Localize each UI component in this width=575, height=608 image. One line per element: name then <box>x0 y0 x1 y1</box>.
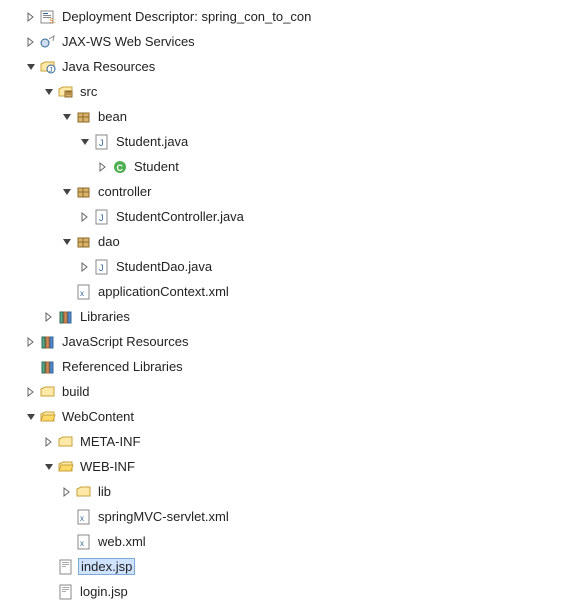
jsp-file-icon <box>58 584 74 600</box>
web-services-icon <box>40 34 56 50</box>
tree-node-web-xml[interactable]: x web.xml <box>0 529 575 554</box>
expand-arrow-icon[interactable] <box>40 308 58 326</box>
tree-node-javascript-resources[interactable]: JavaScript Resources <box>0 329 575 354</box>
package-icon <box>76 184 92 200</box>
xml-file-icon: x <box>76 509 92 525</box>
tree-node-libraries[interactable]: Libraries <box>0 304 575 329</box>
svg-text:J: J <box>99 138 104 148</box>
svg-text:C: C <box>117 163 124 173</box>
node-label: Referenced Libraries <box>60 358 185 375</box>
java-file-icon: J <box>94 209 110 225</box>
node-label: index.jsp <box>78 558 135 575</box>
node-label: login.jsp <box>78 583 130 600</box>
svg-text:J: J <box>99 213 104 223</box>
node-label: Libraries <box>78 308 132 325</box>
tree-node-index-jsp[interactable]: index.jsp <box>0 554 575 579</box>
tree-node-student-controller-java[interactable]: J StudentController.java <box>0 204 575 229</box>
svg-text:J: J <box>99 263 104 273</box>
tree-node-bean[interactable]: bean <box>0 104 575 129</box>
expand-arrow-icon[interactable] <box>40 433 58 451</box>
tree-node-meta-inf[interactable]: META-INF <box>0 429 575 454</box>
collapse-arrow-icon[interactable] <box>22 58 40 76</box>
collapse-arrow-icon[interactable] <box>76 133 94 151</box>
expand-arrow-icon[interactable] <box>76 258 94 276</box>
tree-node-jaxws[interactable]: JAX-WS Web Services <box>0 29 575 54</box>
expand-arrow-icon[interactable] <box>58 483 76 501</box>
expand-arrow-icon[interactable] <box>22 383 40 401</box>
svg-text:x: x <box>80 539 84 548</box>
folder-icon <box>58 434 74 450</box>
node-label: Student <box>132 158 181 175</box>
collapse-arrow-icon[interactable] <box>40 458 58 476</box>
tree-node-referenced-libraries[interactable]: Referenced Libraries <box>0 354 575 379</box>
collapse-arrow-icon[interactable] <box>22 408 40 426</box>
node-label: bean <box>96 108 129 125</box>
tree-node-src[interactable]: src <box>0 79 575 104</box>
java-file-icon: J <box>94 134 110 150</box>
jsp-file-icon <box>58 559 74 575</box>
tree-node-student-java[interactable]: J Student.java <box>0 129 575 154</box>
node-label: web.xml <box>96 533 148 550</box>
collapse-arrow-icon[interactable] <box>40 83 58 101</box>
open-folder-icon <box>58 459 74 475</box>
tree-node-controller[interactable]: controller <box>0 179 575 204</box>
node-label: JAX-WS Web Services <box>60 33 197 50</box>
svg-text:x: x <box>80 514 84 523</box>
expand-arrow-icon[interactable] <box>22 333 40 351</box>
package-icon <box>76 234 92 250</box>
node-label: Java Resources <box>60 58 157 75</box>
tree-node-deployment-descriptor[interactable]: 5.1 Deployment Descriptor: spring_con_to… <box>0 4 575 29</box>
xml-file-icon: x <box>76 284 92 300</box>
tree-node-lib[interactable]: lib <box>0 479 575 504</box>
expand-arrow-icon[interactable] <box>22 8 40 26</box>
node-label: StudentController.java <box>114 208 246 225</box>
svg-text:5.1: 5.1 <box>50 19 56 25</box>
node-label: Student.java <box>114 133 190 150</box>
open-folder-icon <box>40 409 56 425</box>
folder-icon <box>76 484 92 500</box>
tree-node-dao[interactable]: dao <box>0 229 575 254</box>
tree-node-web-inf[interactable]: WEB-INF <box>0 454 575 479</box>
expand-arrow-icon[interactable] <box>22 33 40 51</box>
tree-node-student-class[interactable]: C Student <box>0 154 575 179</box>
collapse-arrow-icon[interactable] <box>58 108 76 126</box>
node-label: lib <box>96 483 113 500</box>
svg-text:x: x <box>80 289 84 298</box>
node-label: JavaScript Resources <box>60 333 190 350</box>
java-file-icon: J <box>94 259 110 275</box>
node-label: build <box>60 383 91 400</box>
node-label: dao <box>96 233 122 250</box>
library-icon <box>58 309 74 325</box>
expand-arrow-icon[interactable] <box>76 208 94 226</box>
tree-node-build[interactable]: build <box>0 379 575 404</box>
package-icon <box>76 109 92 125</box>
tree-node-webcontent[interactable]: WebContent <box>0 404 575 429</box>
library-icon <box>40 359 56 375</box>
expand-arrow-icon[interactable] <box>94 158 112 176</box>
folder-icon <box>40 384 56 400</box>
collapse-arrow-icon[interactable] <box>58 183 76 201</box>
node-label: WEB-INF <box>78 458 137 475</box>
tree-node-login-jsp[interactable]: login.jsp <box>0 579 575 604</box>
deployment-descriptor-icon: 5.1 <box>40 9 56 25</box>
node-label: Deployment Descriptor: spring_con_to_con <box>60 8 313 25</box>
tree-node-application-context-xml[interactable]: x applicationContext.xml <box>0 279 575 304</box>
library-icon <box>40 334 56 350</box>
tree-node-spring-mvc-servlet-xml[interactable]: x springMVC-servlet.xml <box>0 504 575 529</box>
source-folder-icon <box>58 84 74 100</box>
node-label: controller <box>96 183 153 200</box>
node-label: applicationContext.xml <box>96 283 231 300</box>
xml-file-icon: x <box>76 534 92 550</box>
java-resources-icon: J <box>40 59 56 75</box>
class-icon: C <box>112 159 128 175</box>
tree-node-student-dao-java[interactable]: J StudentDao.java <box>0 254 575 279</box>
node-label: StudentDao.java <box>114 258 214 275</box>
node-label: src <box>78 83 99 100</box>
tree-node-java-resources[interactable]: J Java Resources <box>0 54 575 79</box>
collapse-arrow-icon[interactable] <box>58 233 76 251</box>
svg-text:J: J <box>49 67 53 74</box>
node-label: springMVC-servlet.xml <box>96 508 231 525</box>
node-label: WebContent <box>60 408 136 425</box>
node-label: META-INF <box>78 433 142 450</box>
